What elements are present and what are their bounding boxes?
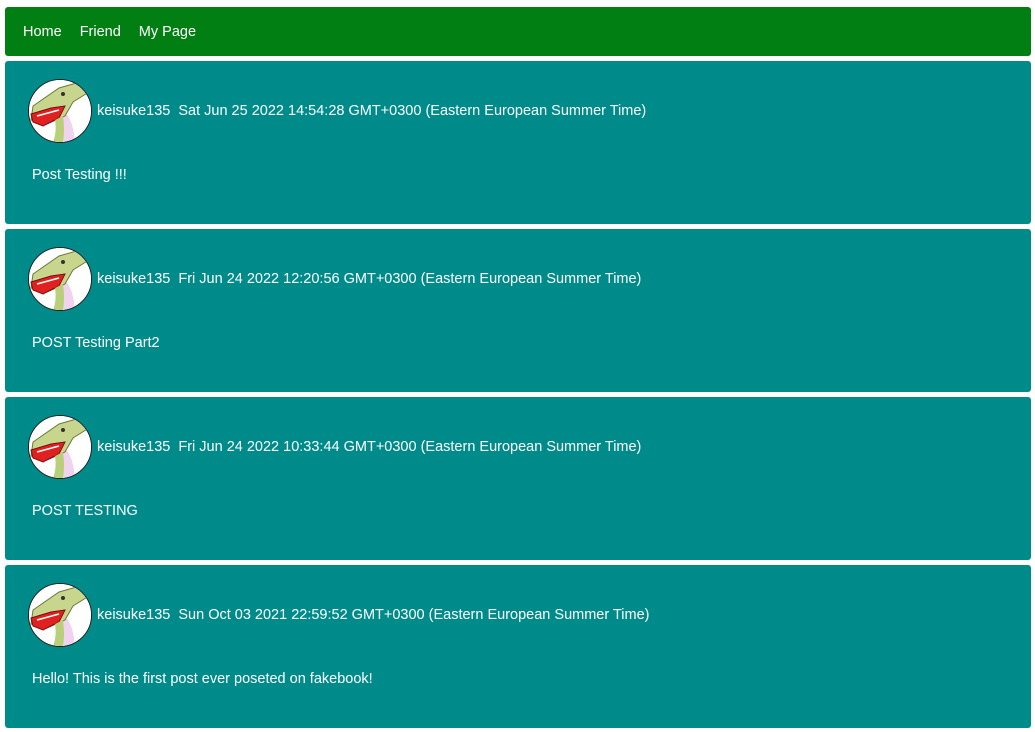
post-card: keisuke135 Sun Oct 03 2021 22:59:52 GMT+… <box>5 565 1031 728</box>
post-author[interactable]: keisuke135 <box>97 271 170 287</box>
page: Home Friend My Page keisuke135 Sat Jun 2… <box>0 0 1035 732</box>
post-card: keisuke135 Sat Jun 25 2022 14:54:28 GMT+… <box>5 61 1031 224</box>
crocodile-avatar-icon[interactable] <box>28 583 92 647</box>
post-content: POST TESTING <box>32 503 138 519</box>
post-timestamp: Fri Jun 24 2022 10:33:44 GMT+0300 (Easte… <box>178 439 642 455</box>
post-author[interactable]: keisuke135 <box>97 439 170 455</box>
post-content: POST Testing Part2 <box>32 335 160 351</box>
post-content: Hello! This is the first post ever poset… <box>32 671 373 687</box>
crocodile-avatar-icon[interactable] <box>28 79 92 143</box>
post-timestamp: Fri Jun 24 2022 12:20:56 GMT+0300 (Easte… <box>178 271 642 287</box>
post-content: Post Testing !!! <box>32 167 127 183</box>
post-author[interactable]: keisuke135 <box>97 103 170 119</box>
crocodile-avatar-icon[interactable] <box>28 247 92 311</box>
post-author[interactable]: keisuke135 <box>97 607 170 623</box>
nav-friend-link[interactable]: Friend <box>80 24 121 40</box>
post-header: keisuke135 Sat Jun 25 2022 14:54:28 GMT+… <box>28 79 646 143</box>
post-header: keisuke135 Sun Oct 03 2021 22:59:52 GMT+… <box>28 583 649 647</box>
post-timestamp: Sun Oct 03 2021 22:59:52 GMT+0300 (Easte… <box>178 607 650 623</box>
top-navbar: Home Friend My Page <box>5 7 1031 56</box>
post-header: keisuke135 Fri Jun 24 2022 10:33:44 GMT+… <box>28 415 641 479</box>
nav-home-link[interactable]: Home <box>23 24 62 40</box>
post-timestamp: Sat Jun 25 2022 14:54:28 GMT+0300 (Easte… <box>178 103 647 119</box>
crocodile-avatar-icon[interactable] <box>28 415 92 479</box>
post-feed: keisuke135 Sat Jun 25 2022 14:54:28 GMT+… <box>5 61 1031 732</box>
nav-my-page-link[interactable]: My Page <box>139 24 196 40</box>
post-card: keisuke135 Fri Jun 24 2022 10:33:44 GMT+… <box>5 397 1031 560</box>
post-header: keisuke135 Fri Jun 24 2022 12:20:56 GMT+… <box>28 247 641 311</box>
post-card: keisuke135 Fri Jun 24 2022 12:20:56 GMT+… <box>5 229 1031 392</box>
